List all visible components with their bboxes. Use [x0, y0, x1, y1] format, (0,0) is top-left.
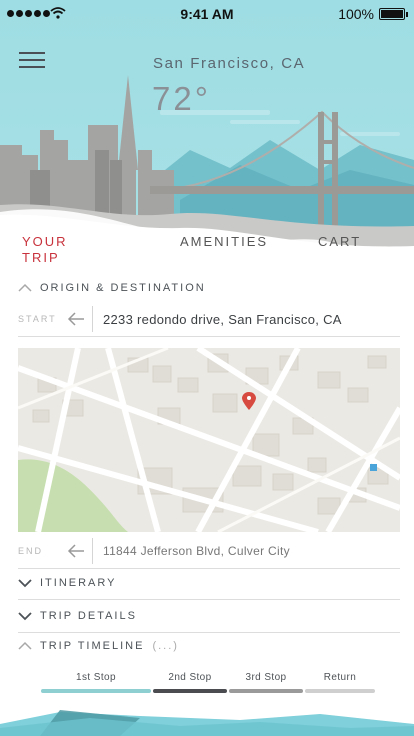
divider — [18, 568, 400, 569]
arrow-left-icon — [67, 544, 84, 558]
chevron-up-icon — [18, 283, 32, 292]
timeline-stop-3[interactable]: 3rd Stop — [229, 672, 303, 693]
stop-bar — [305, 689, 375, 693]
arrow-left-icon — [67, 312, 84, 326]
chevron-down-icon — [18, 579, 32, 588]
divider — [92, 538, 93, 564]
divider — [18, 336, 400, 337]
timeline-stop-return[interactable]: Return — [305, 672, 375, 693]
divider — [18, 632, 400, 633]
battery-icon — [379, 8, 408, 20]
section-title: TRIP DETAILS — [40, 610, 137, 622]
tab-amenities[interactable]: AMENITIES — [180, 234, 268, 250]
stop-label: Return — [323, 672, 357, 683]
origin-destination-toggle[interactable]: ORIGIN & DESTINATION — [18, 282, 206, 294]
start-row: START 2233 redondo drive, San Francisco,… — [18, 302, 400, 336]
stop-label: 2nd Stop — [168, 672, 212, 683]
end-address[interactable]: 11844 Jefferson Blvd, Culver City — [103, 544, 290, 558]
trip-details-toggle[interactable]: TRIP DETAILS — [18, 610, 137, 622]
start-back-button[interactable] — [64, 309, 88, 329]
start-address[interactable]: 2233 redondo drive, San Francisco, CA — [103, 312, 342, 327]
section-title: TRIP TIMELINE — [40, 640, 145, 652]
stop-bar — [229, 689, 303, 693]
chevron-up-icon — [18, 641, 32, 650]
tab-bar: YOUR TRIP AMENITIES CART — [0, 228, 414, 272]
status-bar: 9:41 AM 100% — [0, 0, 414, 28]
trip-timeline-toggle[interactable]: TRIP TIMELINE (...) — [18, 640, 179, 652]
end-row: END 11844 Jefferson Blvd, Culver City — [18, 534, 400, 568]
section-title: ITINERARY — [40, 577, 117, 589]
divider — [92, 306, 93, 332]
chevron-down-icon — [18, 612, 32, 621]
map-tiles — [18, 348, 400, 532]
end-label: END — [18, 546, 44, 556]
end-back-button[interactable] — [64, 541, 88, 561]
section-title: ORIGIN & DESTINATION — [40, 282, 206, 294]
stop-label: 3rd Stop — [245, 672, 287, 683]
city-name: San Francisco, CA — [153, 55, 306, 72]
route-map[interactable] — [18, 348, 400, 532]
tab-cart[interactable]: CART — [318, 234, 361, 250]
timeline-stop-1[interactable]: 1st Stop — [41, 672, 151, 693]
divider — [18, 599, 400, 600]
footer-wave-decoration — [0, 710, 414, 736]
menu-button[interactable] — [19, 52, 45, 72]
hamburger-icon — [19, 52, 45, 54]
section-title-suffix: (...) — [152, 640, 179, 652]
stop-bar — [153, 689, 227, 693]
timeline-stop-2[interactable]: 2nd Stop — [153, 672, 227, 693]
tab-your-trip[interactable]: YOUR TRIP — [22, 234, 82, 266]
battery-percent: 100% — [338, 6, 374, 22]
stop-bar — [41, 689, 151, 693]
start-label: START — [18, 314, 57, 324]
stop-label: 1st Stop — [76, 672, 116, 683]
temperature: 72° — [152, 80, 211, 117]
itinerary-toggle[interactable]: ITINERARY — [18, 577, 116, 589]
